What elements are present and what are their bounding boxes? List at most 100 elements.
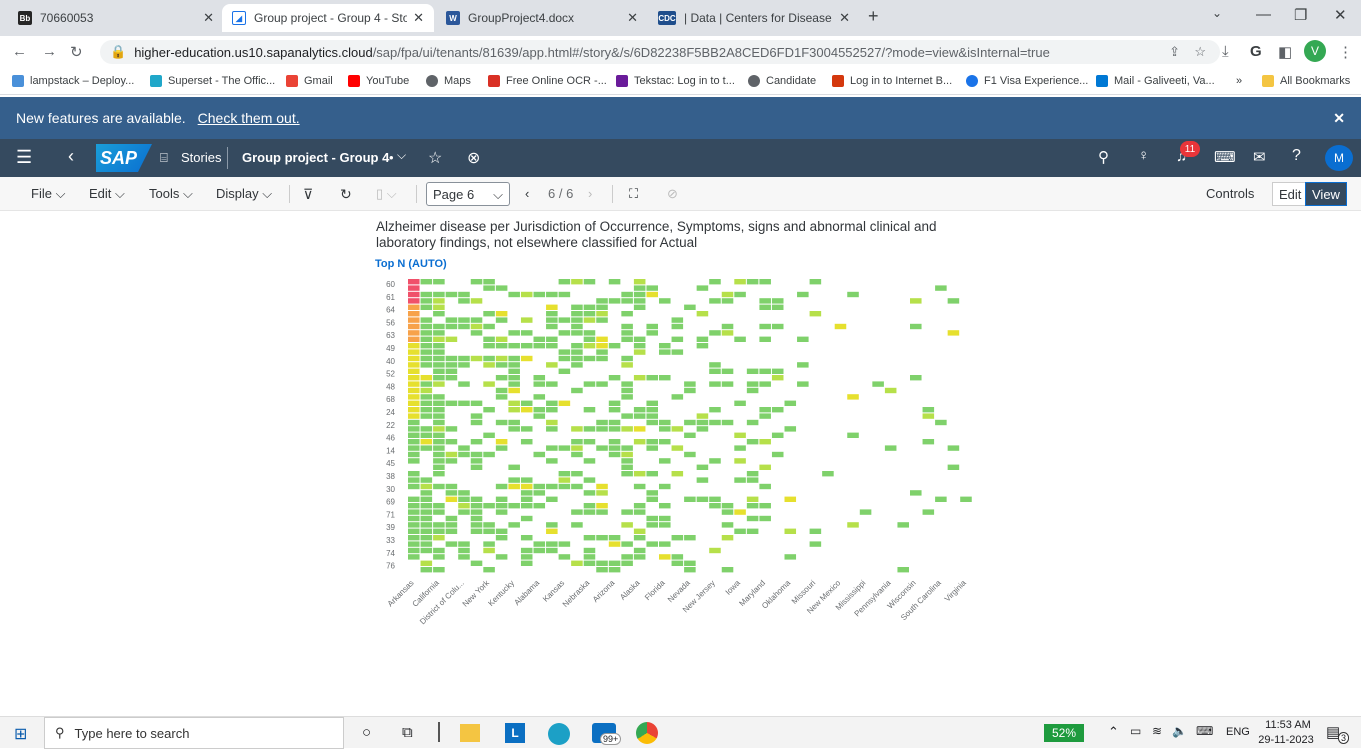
heatmap-cell[interactable] (433, 298, 445, 304)
heatmap-cell[interactable] (483, 381, 495, 387)
heatmap-cell[interactable] (608, 560, 621, 566)
heatmap-cell[interactable] (721, 330, 734, 336)
heatmap-cell[interactable] (546, 522, 558, 528)
heatmap-cell[interactable] (659, 375, 671, 381)
bookmark-candidate[interactable]: Candidate (748, 75, 816, 87)
heatmap-cell[interactable] (721, 522, 734, 528)
heatmap-cell[interactable] (495, 445, 508, 451)
heatmap-cell[interactable] (759, 407, 771, 413)
heatmap-cell[interactable] (621, 362, 633, 368)
heatmap-cell[interactable] (546, 323, 558, 330)
heatmap-cell[interactable] (445, 496, 458, 502)
heatmap-cell[interactable] (746, 279, 759, 285)
heatmap-cell[interactable] (533, 451, 546, 458)
heatmap-cell[interactable] (408, 279, 420, 285)
heatmap-cell[interactable] (508, 503, 520, 509)
heatmap-cell[interactable] (684, 496, 696, 502)
heatmap-cell[interactable] (533, 407, 546, 413)
heatmap-cell[interactable] (847, 432, 859, 438)
heatmap-cell[interactable] (746, 515, 759, 522)
heatmap-cell[interactable] (433, 458, 445, 464)
heatmap-cell[interactable] (558, 400, 571, 406)
heatmap-cell[interactable] (408, 413, 420, 419)
heatmap-cell[interactable] (520, 515, 533, 522)
heatmap-cell[interactable] (935, 285, 947, 291)
bookmarks-overflow-button[interactable]: » (1236, 75, 1242, 87)
volume-icon[interactable]: 🔈 (1172, 724, 1187, 738)
heatmap-cell[interactable] (408, 535, 420, 541)
heatmap-cell[interactable] (596, 343, 608, 349)
heatmap-cell[interactable] (408, 445, 420, 451)
heatmap-cell[interactable] (684, 451, 696, 458)
heatmap-cell[interactable] (433, 535, 445, 541)
heatmap-cell[interactable] (571, 426, 583, 432)
heatmap-cell[interactable] (809, 279, 822, 285)
heatmap-cell[interactable] (621, 330, 633, 336)
heatmap-cell[interactable] (621, 413, 633, 419)
heatmap-cell[interactable] (596, 336, 608, 342)
heatmap-cell[interactable] (583, 458, 596, 464)
heatmap-cell[interactable] (646, 541, 658, 547)
heatmap-cell[interactable] (696, 311, 709, 317)
heatmap-cell[interactable] (659, 419, 671, 426)
heatmap-cell[interactable] (408, 304, 420, 310)
heatmap-cell[interactable] (583, 407, 596, 413)
heatmap-cell[interactable] (458, 317, 470, 323)
google-icon[interactable]: G (1250, 43, 1262, 60)
heatmap-cell[interactable] (433, 394, 445, 400)
heatmap-cell[interactable] (408, 394, 420, 400)
heatmap-cell[interactable] (546, 419, 558, 426)
heatmap-cell[interactable] (470, 317, 483, 323)
heatmap-cell[interactable] (420, 355, 433, 362)
heatmap-cell[interactable] (508, 355, 520, 362)
heatmap-cell[interactable] (433, 400, 445, 406)
tab-blackboard[interactable]: Bb 70660053 ✕ (8, 4, 224, 32)
heatmap-cell[interactable] (520, 330, 533, 336)
heatmap-cell[interactable] (470, 298, 483, 304)
heatmap-cell[interactable] (759, 368, 771, 374)
heatmap-cell[interactable] (671, 560, 684, 566)
heatmap-cell[interactable] (533, 490, 546, 496)
heatmap-cell[interactable] (420, 400, 433, 406)
heatmap-cell[interactable] (646, 490, 658, 496)
heatmap-cell[interactable] (709, 419, 721, 426)
heatmap-cell[interactable] (408, 330, 420, 336)
edit-menu[interactable]: Edit ⌵ (89, 186, 125, 202)
story-title[interactable]: Group project - Group 4 (242, 150, 389, 165)
heatmap-cell[interactable] (608, 535, 621, 541)
heatmap-cell[interactable] (608, 439, 621, 445)
heatmap-cell[interactable] (633, 439, 646, 445)
heatmap-cell[interactable] (408, 375, 420, 381)
heatmap-cell[interactable] (633, 509, 646, 515)
heatmap-cell[interactable] (520, 439, 533, 445)
heatmap-cell[interactable] (633, 535, 646, 541)
heatmap-cell[interactable] (596, 490, 608, 496)
heatmap-cell[interactable] (420, 291, 433, 298)
heatmap-cell[interactable] (408, 343, 420, 349)
heatmap-cell[interactable] (420, 477, 433, 483)
heatmap-cell[interactable] (659, 515, 671, 522)
browser-menu-icon[interactable]: ⋮ (1338, 43, 1353, 61)
heatmap-cell[interactable] (633, 483, 646, 490)
heatmap-cell[interactable] (420, 535, 433, 541)
heatmap-cell[interactable] (721, 567, 734, 573)
heatmap-cell[interactable] (408, 554, 420, 560)
heatmap-cell[interactable] (495, 317, 508, 323)
heatmap-cell[interactable] (445, 317, 458, 323)
all-bookmarks-folder[interactable]: All Bookmarks (1262, 75, 1350, 87)
heatmap-cell[interactable] (495, 439, 508, 445)
heatmap-cell[interactable] (470, 323, 483, 330)
heatmap-cell[interactable] (408, 541, 420, 547)
heatmap-cell[interactable] (458, 291, 470, 298)
heatmap-cell[interactable] (583, 304, 596, 310)
heatmap-cell[interactable] (671, 336, 684, 342)
heatmap-cell[interactable] (759, 381, 771, 387)
heatmap-cell[interactable] (420, 522, 433, 528)
heatmap-cell[interactable] (483, 528, 495, 534)
bookmark-youtube[interactable]: YouTube (348, 75, 409, 87)
tray-overflow-icon[interactable]: ⌃ (1108, 724, 1119, 740)
app-l-icon[interactable]: L (505, 723, 525, 743)
heatmap-cell[interactable] (533, 394, 546, 400)
heatmap-cell[interactable] (533, 381, 546, 387)
heatmap-cell[interactable] (420, 528, 433, 534)
